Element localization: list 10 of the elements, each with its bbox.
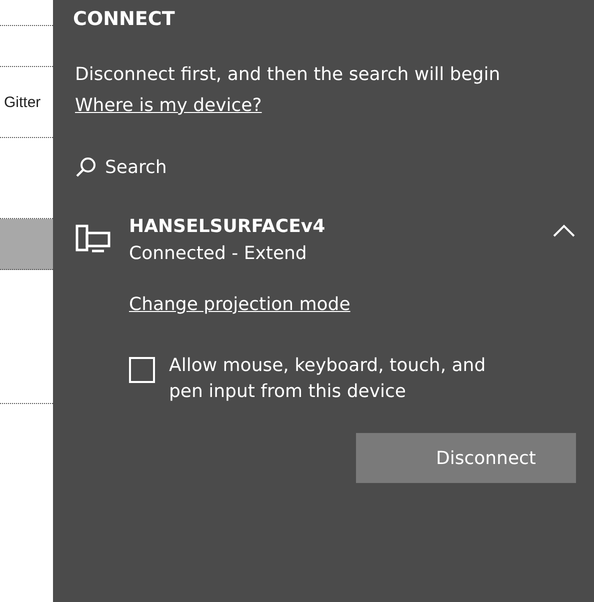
status-text: Disconnect first, and then the search will begin bbox=[75, 64, 502, 85]
panel-title: CONNECT bbox=[73, 8, 176, 30]
disconnect-button[interactable]: Disconnect bbox=[356, 433, 576, 484]
projection-link[interactable]: Change projection mode bbox=[129, 294, 350, 315]
search-button[interactable]: Search bbox=[75, 156, 167, 178]
help-link[interactable]: Where is my device? bbox=[75, 95, 262, 116]
device-status: Connected - Extend bbox=[129, 243, 308, 264]
sidebar-label: Gitter bbox=[3, 94, 41, 110]
checkbox-label: Allow mouse, keyboard, touch, and pen input from this device bbox=[169, 354, 487, 404]
device-name: HANSELSURFACEv4 bbox=[129, 216, 326, 237]
